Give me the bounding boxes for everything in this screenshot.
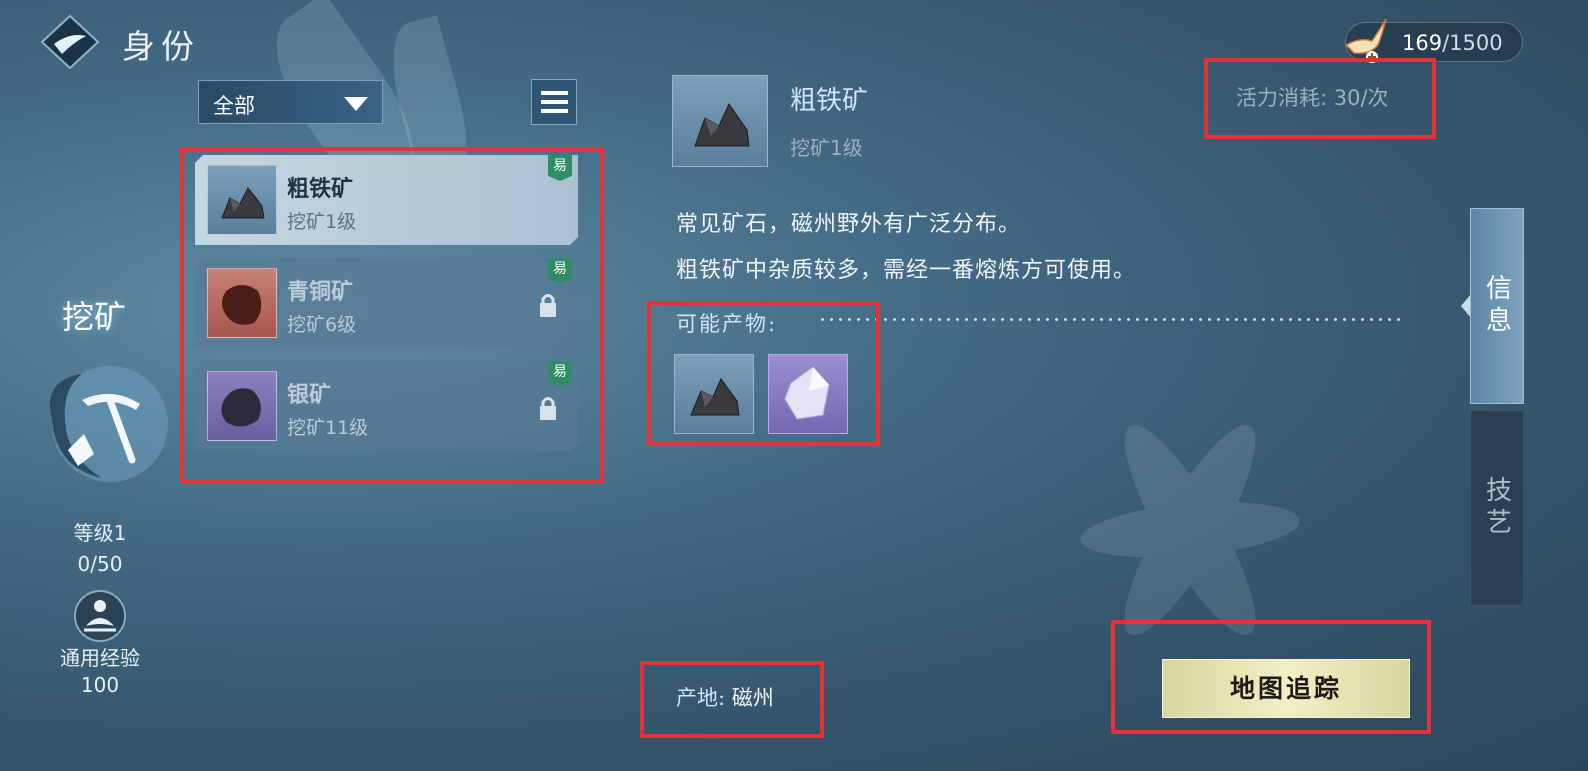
iron-ore-icon [690,378,740,416]
tab-craft[interactable]: 技艺 [1470,410,1524,606]
item-description-line: 粗铁矿中杂质较多，需经一番熔炼方可使用。 [676,258,1137,283]
tab-info[interactable]: 信息 [1470,208,1524,404]
stamina-cost: 活力消耗: 30/次 [1236,86,1389,110]
ore-item-coarse-iron[interactable]: 粗铁矿 挖矿1级 易 [195,155,578,245]
skill-name: 挖矿 [62,298,127,336]
back-icon [40,14,100,70]
background-flower [1080,425,1300,635]
detail-item-icon [672,75,768,167]
iron-ore-icon [694,102,750,147]
ore-thumbnail [207,371,277,441]
product-iron-ore[interactable] [674,354,754,434]
easy-tag: 易 [548,155,572,181]
pickaxe-emblem-icon [50,366,168,482]
easy-tag: 易 [548,361,572,387]
menu-icon [541,91,568,95]
bronze-ore-icon [208,269,276,337]
map-track-button[interactable]: 地图追踪 [1162,659,1410,718]
general-exp-label: 通用经验 [60,646,140,670]
dotted-divider [818,318,1406,321]
ore-level: 挖矿1级 [287,211,357,233]
product-crystal[interactable] [768,354,848,434]
filter-dropdown[interactable]: 全部 [198,80,383,124]
easy-tag: 易 [548,258,572,284]
origin: 产地: 磁州 [676,682,774,712]
filter-selected: 全部 [213,94,255,118]
general-exp-icon[interactable] [74,590,126,642]
ore-thumbnail [207,268,277,338]
detail-item-name: 粗铁矿 [790,86,869,116]
ore-name: 青铜矿 [287,279,354,305]
stamina-current: 169 [1402,31,1443,55]
ore-thumbnail [207,165,277,235]
back-button[interactable] [40,14,100,70]
silver-ore-icon [208,372,276,440]
origin-label: 产地: [676,686,726,710]
ore-item-bronze[interactable]: 青铜矿 挖矿6级 易 [195,258,578,348]
lock-icon [538,395,558,421]
ore-name: 粗铁矿 [287,176,354,202]
meditation-icon [84,600,116,632]
origin-value: 磁州 [731,686,774,710]
stamina-display: 169/1500 [1344,18,1523,63]
ore-level: 挖矿11级 [287,417,369,439]
lock-icon [538,292,558,318]
possible-products-label: 可能产物: [676,312,778,336]
iron-ore-icon [208,166,276,234]
chevron-down-icon [344,97,368,111]
crystal-icon [784,366,830,420]
ore-item-silver[interactable]: 银矿 挖矿11级 易 [195,361,578,451]
list-menu-button[interactable] [531,79,577,125]
skill-progress: 0/50 [77,552,123,576]
detail-item-level: 挖矿1级 [790,136,863,160]
ore-name: 银矿 [287,382,332,408]
page-title: 身份 [122,27,200,66]
ore-level: 挖矿6级 [287,314,357,336]
skill-level: 等级1 [73,521,127,545]
crane-stamina-icon[interactable] [1342,15,1388,65]
general-exp-value: 100 [80,673,120,697]
stamina-max: /1500 [1442,31,1503,55]
item-description-line: 常见矿石，磁州野外有广泛分布。 [676,212,1022,237]
